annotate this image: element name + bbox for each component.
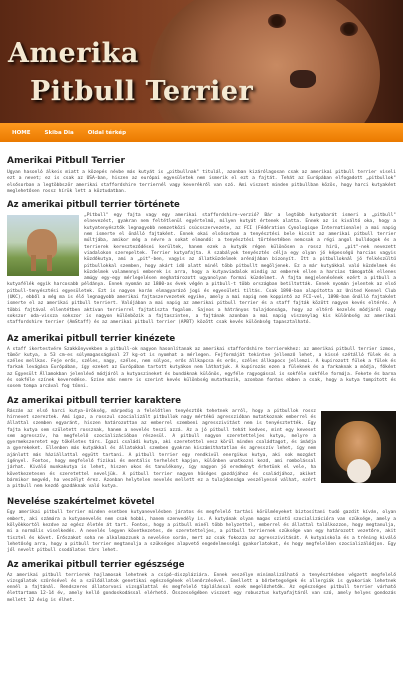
nav-item-home[interactable]: HOME xyxy=(5,130,38,136)
character-dog-photo xyxy=(321,410,396,483)
section-title-character: Az amerikai pitbull terrier karaktere xyxy=(7,395,181,406)
banner-dog-eye xyxy=(268,14,286,28)
page-title: Amerikai Pitbull Terrier xyxy=(7,156,125,166)
section-text-appearance: A staff ikertestvére Szakkönyvekben a pi… xyxy=(7,346,396,390)
main-nav: HOME Skiba Dia Oldal térkép xyxy=(0,123,403,146)
page: Amerika Pitbull Terrier HOME Skiba Dia O… xyxy=(0,0,403,700)
section-text-health: Az amerikai pitbull terrierek hajlamosak… xyxy=(7,572,396,603)
intro-paragraph: Ugyan hasonló álkeis miatt a közepés név… xyxy=(7,170,396,194)
dog-leg xyxy=(47,255,52,272)
section-title-training: Nevelése szakértelmet követel xyxy=(7,497,155,508)
section-title-appearance: Az amerikai pitbull terrier kinézete xyxy=(7,333,176,344)
site-title-line1: Amerika xyxy=(8,38,139,69)
banner-dog-nose xyxy=(290,70,316,88)
history-dog-photo xyxy=(7,215,79,277)
section-title-health: Az amerikai pitbull terrier egészsége xyxy=(7,559,185,570)
section-text-training: Egy amerikai pitbull terrier minden eset… xyxy=(7,510,396,554)
section-title-history: Az amerikai pitbull terrier története xyxy=(7,200,180,211)
dog-leg xyxy=(31,255,36,272)
main-content: Amerikai Pitbull Terrier Ugyan hasonló á… xyxy=(0,146,403,604)
nav-item-sitemap[interactable]: Oldal térkép xyxy=(81,130,133,136)
banner-dog-eye xyxy=(340,22,358,36)
dog-chest xyxy=(347,458,371,483)
nav-item-skiba-dia[interactable]: Skiba Dia xyxy=(38,130,81,136)
header-banner: Amerika Pitbull Terrier xyxy=(0,0,403,123)
site-title-line2: Pitbull Terrier xyxy=(30,76,254,107)
